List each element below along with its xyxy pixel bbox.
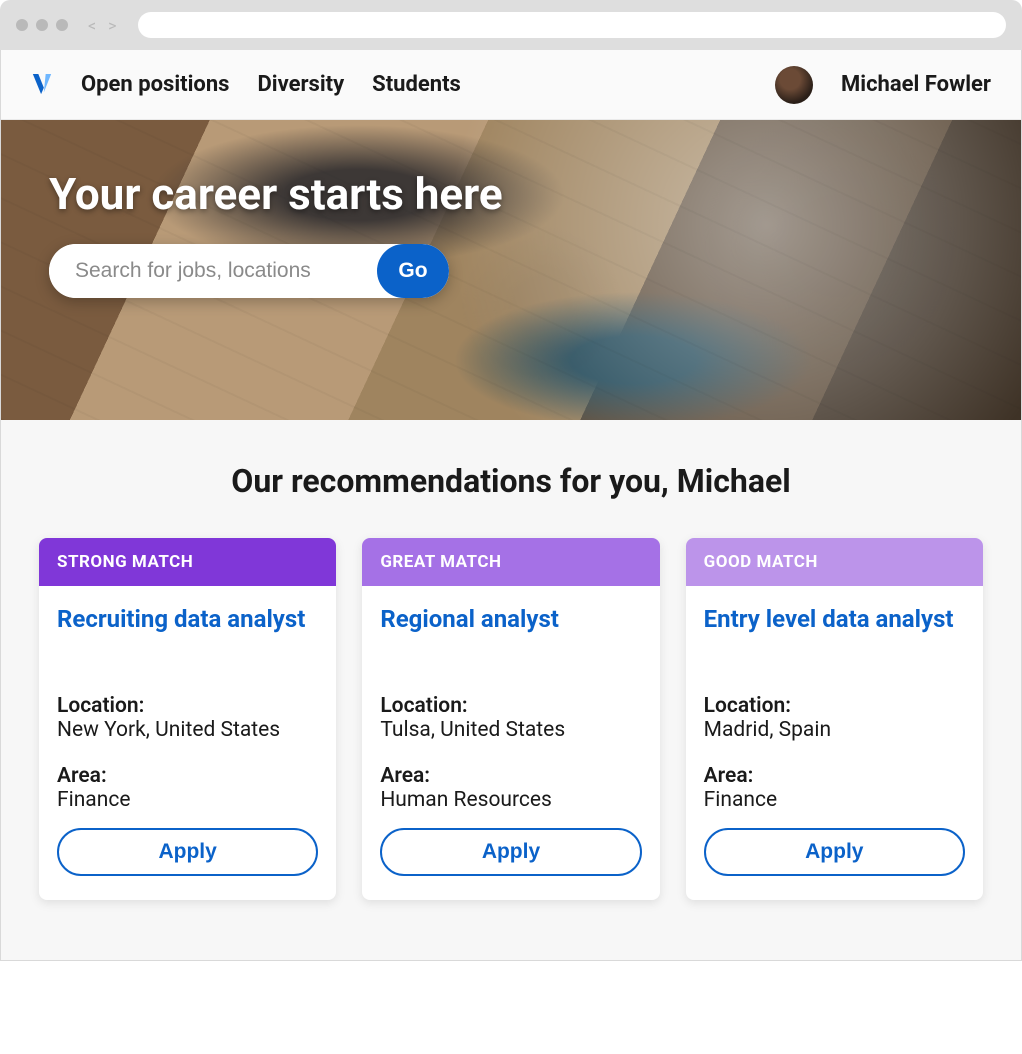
apply-button[interactable]: Apply (57, 828, 318, 876)
area-label: Area: (57, 764, 318, 788)
location-label: Location: (57, 694, 318, 718)
match-badge: GREAT MATCH (362, 538, 659, 586)
area-label: Area: (380, 764, 641, 788)
location-value: New York, United States (57, 718, 318, 742)
window-dot-close[interactable] (16, 19, 28, 31)
nav-link-diversity[interactable]: Diversity (257, 72, 344, 97)
nav-link-students[interactable]: Students (372, 72, 461, 97)
area-value: Finance (704, 788, 965, 812)
avatar[interactable] (775, 66, 813, 104)
app-frame: Open positions Diversity Students Michae… (0, 50, 1022, 961)
match-badge: GOOD MATCH (686, 538, 983, 586)
cards-row: STRONG MATCH Recruiting data analyst Loc… (39, 538, 983, 900)
nav-arrows-icon[interactable]: < > (88, 16, 120, 35)
window-dot-minimize[interactable] (36, 19, 48, 31)
location-label: Location: (380, 694, 641, 718)
job-title-link[interactable]: Recruiting data analyst (57, 604, 318, 666)
job-card: GREAT MATCH Regional analyst Location: T… (362, 538, 659, 900)
job-title-link[interactable]: Entry level data analyst (704, 604, 965, 666)
top-nav: Open positions Diversity Students Michae… (1, 50, 1021, 120)
nav-link-open-positions[interactable]: Open positions (81, 72, 229, 97)
window-dot-zoom[interactable] (56, 19, 68, 31)
location-label: Location: (704, 694, 965, 718)
browser-chrome: < > (0, 0, 1022, 50)
apply-button[interactable]: Apply (380, 828, 641, 876)
user-name: Michael Fowler (841, 72, 991, 97)
location-value: Madrid, Spain (704, 718, 965, 742)
hero-banner: Your career starts here Go (1, 120, 1021, 420)
search-go-button[interactable]: Go (377, 244, 449, 298)
match-badge: STRONG MATCH (39, 538, 336, 586)
job-card: STRONG MATCH Recruiting data analyst Loc… (39, 538, 336, 900)
logo-icon[interactable] (31, 72, 53, 98)
search-input[interactable] (49, 244, 377, 298)
hero-title: Your career starts here (49, 168, 973, 220)
location-value: Tulsa, United States (380, 718, 641, 742)
apply-button[interactable]: Apply (704, 828, 965, 876)
area-value: Human Resources (380, 788, 641, 812)
recommendations-section: Our recommendations for you, Michael STR… (1, 420, 1021, 960)
window-controls (16, 19, 68, 31)
job-card: GOOD MATCH Entry level data analyst Loca… (686, 538, 983, 900)
search-wrap: Go (49, 244, 449, 298)
area-value: Finance (57, 788, 318, 812)
section-title: Our recommendations for you, Michael (39, 462, 983, 500)
area-label: Area: (704, 764, 965, 788)
address-bar[interactable] (138, 12, 1006, 38)
job-title-link[interactable]: Regional analyst (380, 604, 641, 666)
